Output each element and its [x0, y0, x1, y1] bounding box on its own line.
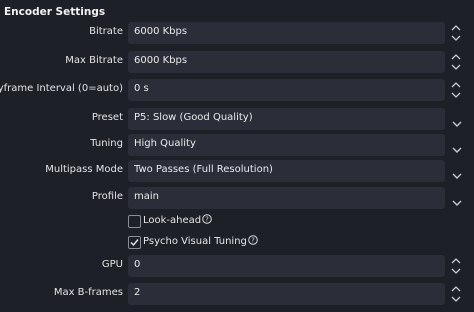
svg-text:?: ?	[205, 216, 209, 224]
bitrate-row: Bitrate 6000 Kbps	[0, 22, 474, 44]
tuning-row: Tuning High Quality	[0, 134, 474, 156]
tuning-value: High Quality	[134, 138, 196, 149]
chevron-down-icon[interactable]	[452, 140, 462, 153]
keyframe-interval-input[interactable]: 0 s	[128, 79, 445, 101]
keyframe-interval-row: Keyframe Interval (0=auto) 0 s	[0, 79, 474, 101]
profile-row: Profile main	[0, 187, 474, 209]
gpu-stepper[interactable]	[449, 255, 463, 277]
question-circle-icon[interactable]: ?	[248, 235, 258, 245]
keyframe-interval-stepper[interactable]	[449, 79, 463, 101]
preset-label: Preset	[91, 112, 123, 123]
max-bitrate-value: 6000 Kbps	[134, 55, 188, 66]
multipass-mode-label: Multipass Mode	[45, 164, 123, 175]
psycho-visual-tuning-checkbox[interactable]	[128, 236, 141, 249]
max-b-frames-row: Max B-frames 2	[0, 283, 474, 305]
bitrate-input[interactable]: 6000 Kbps	[128, 22, 445, 44]
keyframe-interval-value: 0 s	[134, 83, 149, 94]
stepper-arrows-icon	[451, 25, 461, 41]
profile-value: main	[134, 191, 159, 202]
psycho-visual-tuning-label: Psycho Visual Tuning	[143, 236, 247, 247]
look-ahead-checkbox[interactable]	[128, 215, 141, 228]
multipass-mode-dropdown[interactable]: Two Passes (Full Resolution)	[128, 160, 445, 182]
stepper-arrows-icon	[451, 286, 461, 302]
tuning-label: Tuning	[90, 138, 123, 149]
profile-dropdown[interactable]: main	[128, 187, 445, 209]
chevron-down-icon[interactable]	[452, 166, 462, 179]
max-bitrate-label: Max Bitrate	[65, 55, 123, 66]
section-title: Encoder Settings	[4, 6, 106, 18]
stepper-arrows-icon	[451, 258, 461, 274]
preset-dropdown[interactable]: P5: Slow (Good Quality)	[128, 108, 445, 130]
max-b-frames-input[interactable]: 2	[128, 283, 445, 305]
stepper-arrows-icon	[451, 82, 461, 98]
checkmark-icon	[130, 239, 139, 247]
preset-value: P5: Slow (Good Quality)	[134, 112, 253, 123]
max-b-frames-label: Max B-frames	[53, 287, 123, 298]
gpu-row: GPU 0	[0, 255, 474, 277]
gpu-value: 0	[134, 259, 141, 270]
keyframe-interval-label: Keyframe Interval (0=auto)	[0, 83, 123, 94]
look-ahead-label: Look-ahead	[143, 215, 202, 226]
bitrate-stepper[interactable]	[449, 22, 463, 44]
max-bitrate-stepper[interactable]	[449, 51, 463, 73]
max-bitrate-row: Max Bitrate 6000 Kbps	[0, 51, 474, 73]
multipass-mode-value: Two Passes (Full Resolution)	[134, 164, 273, 175]
max-bitrate-input[interactable]: 6000 Kbps	[128, 51, 445, 73]
multipass-mode-row: Multipass Mode Two Passes (Full Resoluti…	[0, 160, 474, 182]
chevron-down-icon[interactable]	[452, 193, 462, 206]
tuning-dropdown[interactable]: High Quality	[128, 134, 445, 156]
svg-text:?: ?	[251, 237, 255, 245]
preset-row: Preset P5: Slow (Good Quality)	[0, 108, 474, 130]
question-circle-icon[interactable]: ?	[202, 214, 212, 224]
profile-label: Profile	[91, 191, 123, 202]
gpu-label: GPU	[101, 259, 123, 270]
max-b-frames-value: 2	[134, 287, 141, 298]
stepper-arrows-icon	[451, 54, 461, 70]
max-b-frames-stepper[interactable]	[449, 283, 463, 305]
bitrate-label: Bitrate	[89, 26, 123, 37]
chevron-down-icon[interactable]	[452, 114, 462, 127]
bitrate-value: 6000 Kbps	[134, 26, 188, 37]
gpu-input[interactable]: 0	[128, 255, 445, 277]
